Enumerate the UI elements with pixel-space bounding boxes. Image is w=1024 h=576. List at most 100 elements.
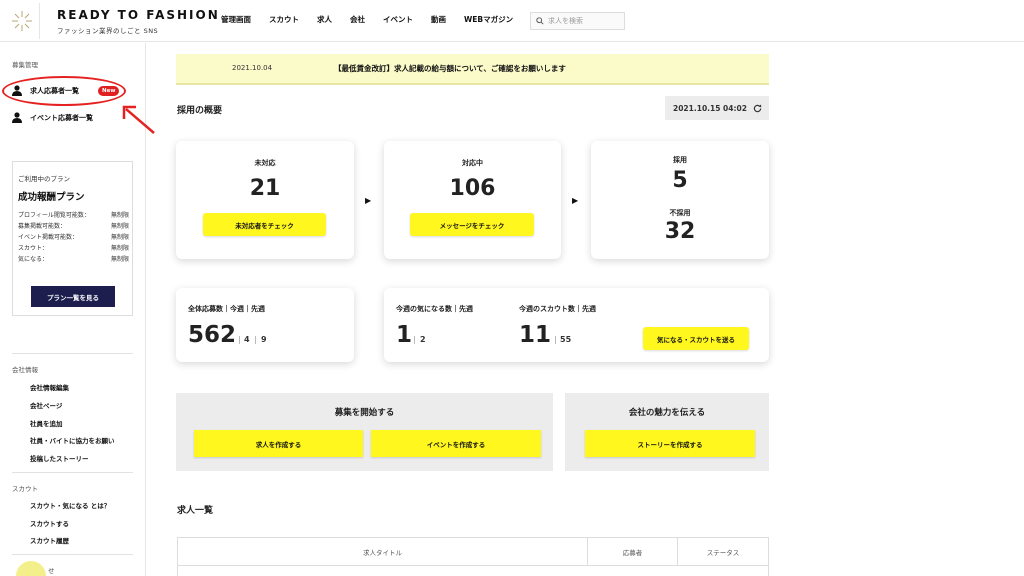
start-recruiting-title: 募集を開始する <box>334 408 395 418</box>
create-job-button[interactable]: 求人を作成する <box>194 430 363 457</box>
plan-row-label: イベント掲載可能数： <box>18 234 79 241</box>
card-result: 採用 5 不採用 32 <box>591 141 769 259</box>
table-header-title: 求人タイトル <box>178 538 588 565</box>
rejected-label: 不採用 <box>669 209 691 217</box>
separator: | <box>413 335 416 344</box>
scout-count: 11 <box>519 322 552 348</box>
sidebar-item-add-employee[interactable]: 社員を追加 <box>30 418 63 428</box>
sidebar: 募集管理 求人応募者一覧 New イベント応募者一覧 ご利用中のプラン 成功報酬… <box>0 43 155 576</box>
plan-row: 募集掲載可能数： 無制限 <box>18 221 129 230</box>
sidebar-item-event-applicants[interactable]: イベント応募者一覧 <box>30 113 93 123</box>
plan-box: ご利用中のプラン 成功報酬プラン プロフィール閲覧可能数： 無制限 募集掲載可能数… <box>12 161 133 316</box>
search-icon <box>536 17 544 25</box>
sidebar-item-scout-history[interactable]: スカウト履歴 <box>30 535 69 545</box>
plan-row: イベント掲載可能数： 無制限 <box>18 232 129 241</box>
nav-events[interactable]: イベント <box>383 14 413 25</box>
chevron-right-icon: ▶ <box>572 196 579 205</box>
scout-last: 55 <box>560 335 572 344</box>
divider <box>178 565 768 566</box>
timestamp: 2021.10.15 04:02 <box>665 96 769 120</box>
notice-date: 2021.10.04 <box>232 64 273 72</box>
nav-jobs[interactable]: 求人 <box>317 14 332 25</box>
unhandled-count: 21 <box>249 176 281 201</box>
highlight-arrow-icon <box>122 105 155 134</box>
main-nav: 管理画面 スカウト 求人 会社 イベント 動画 WEBマガジン <box>221 14 531 25</box>
create-event-button[interactable]: イベントを作成する <box>371 430 541 457</box>
jobs-title: 求人一覧 <box>177 506 214 516</box>
scout-label: 今週のスカウト数｜先週 <box>519 305 596 313</box>
nav-company[interactable]: 会社 <box>350 14 365 25</box>
plan-name: 成功報酬プラン <box>18 192 85 203</box>
separator: | <box>554 335 557 344</box>
plan-row-label: スカウト： <box>18 245 49 252</box>
check-unhandled-button[interactable]: 未対応者をチェック <box>203 213 326 236</box>
card-total-applications: 全体応募数｜今週｜先週 562 | 4 | 9 <box>176 288 354 362</box>
table-header-applicants: 応募者 <box>588 538 678 565</box>
plan-row: スカウト： 無制限 <box>18 243 129 252</box>
logo-icon[interactable] <box>4 3 40 39</box>
plan-row-label: 気になる： <box>18 256 49 263</box>
plan-row-value: 無制限 <box>110 256 129 263</box>
hired-count: 5 <box>672 168 688 193</box>
sidebar-item-stories[interactable]: 投稿したストーリー <box>30 453 89 463</box>
overview-title: 採用の概要 <box>177 106 223 116</box>
notice-text[interactable]: 【最低賃金改訂】求人記載の給与額について、ご確認をお願いします <box>334 63 566 74</box>
plan-row: プロフィール閲覧可能数： 無制限 <box>18 210 129 219</box>
plan-row-value: 無制限 <box>110 223 129 230</box>
unhandled-label: 未対応 <box>254 159 276 167</box>
highlight-oval <box>2 76 126 106</box>
divider <box>12 554 133 555</box>
nav-scout[interactable]: スカウト <box>269 14 299 25</box>
divider <box>12 353 133 354</box>
card-in-progress: 対応中 106 メッセージをチェック <box>384 141 561 259</box>
plan-row-label: 募集掲載可能数： <box>18 223 67 230</box>
in-progress-count: 106 <box>449 176 496 201</box>
search-box <box>530 12 625 30</box>
timestamp-text: 2021.10.15 04:02 <box>673 103 747 113</box>
notice-banner: 2021.10.04 【最低賃金改訂】求人記載の給与額について、ご確認をお願いし… <box>176 54 769 85</box>
total-week: 4 <box>244 335 250 344</box>
fav-count: 1 <box>396 322 413 348</box>
table-header-status: ステータス <box>706 548 740 557</box>
top-header: READY TO FASHION ファッション業界のしごと SNS 管理画面 ス… <box>0 0 1024 42</box>
brand[interactable]: READY TO FASHION ファッション業界のしごと SNS <box>57 8 220 35</box>
nav-magazine[interactable]: WEBマガジン <box>464 14 513 25</box>
sidebar-item-scout-about[interactable]: スカウト・気になる とは？ <box>30 500 110 510</box>
plan-row: 気になる： 無制限 <box>18 254 129 263</box>
company-appeal-title: 会社の魅力を伝える <box>628 408 706 418</box>
divider <box>12 472 133 473</box>
sidebar-item-company-edit[interactable]: 会社情報編集 <box>30 382 69 392</box>
sidebar-section-recruit: 募集管理 <box>12 61 38 69</box>
total-label: 全体応募数｜今週｜先週 <box>188 305 265 313</box>
sidebar-section-scout: スカウト <box>12 485 38 493</box>
plan-caption: ご利用中のプラン <box>18 175 70 183</box>
total-count: 562 <box>188 322 237 348</box>
in-progress-label: 対応中 <box>462 159 483 167</box>
total-last: 9 <box>261 335 267 344</box>
separator: | <box>238 335 241 344</box>
create-story-button[interactable]: ストーリーを作成する <box>585 430 755 457</box>
sidebar-section-company: 会社情報 <box>12 366 38 374</box>
rejected-count: 32 <box>664 219 696 244</box>
start-recruiting-panel: 募集を開始する 求人を作成する イベントを作成する <box>176 393 553 471</box>
sidebar-item-scout[interactable]: スカウトする <box>30 518 69 528</box>
person-icon <box>12 112 22 123</box>
refresh-icon[interactable] <box>753 104 762 113</box>
nav-dashboard[interactable]: 管理画面 <box>221 14 251 25</box>
card-unhandled: 未対応 21 未対応者をチェック <box>176 141 354 259</box>
plan-row-value: 無制限 <box>110 234 129 241</box>
plan-row-label: プロフィール閲覧可能数： <box>18 212 90 219</box>
plan-row-value: 無制限 <box>110 245 129 252</box>
company-appeal-panel: 会社の魅力を伝える ストーリーを作成する <box>565 393 769 471</box>
send-scout-button[interactable]: 気になる・スカウトを送る <box>643 327 749 350</box>
search-input[interactable] <box>548 17 623 25</box>
hired-label: 採用 <box>673 156 687 164</box>
sidebar-item-ask-cooperation[interactable]: 社員・バイトに協力をお願い <box>30 435 115 445</box>
sidebar-item-company-page[interactable]: 会社ページ <box>30 400 62 410</box>
view-plans-button[interactable]: プラン一覧を見る <box>31 286 115 307</box>
nav-videos[interactable]: 動画 <box>431 14 446 25</box>
chevron-right-icon: ▶ <box>365 196 372 205</box>
brand-subtitle: ファッション業界のしごと SNS <box>57 27 159 35</box>
avatar[interactable] <box>16 561 46 576</box>
check-messages-button[interactable]: メッセージをチェック <box>410 213 534 236</box>
